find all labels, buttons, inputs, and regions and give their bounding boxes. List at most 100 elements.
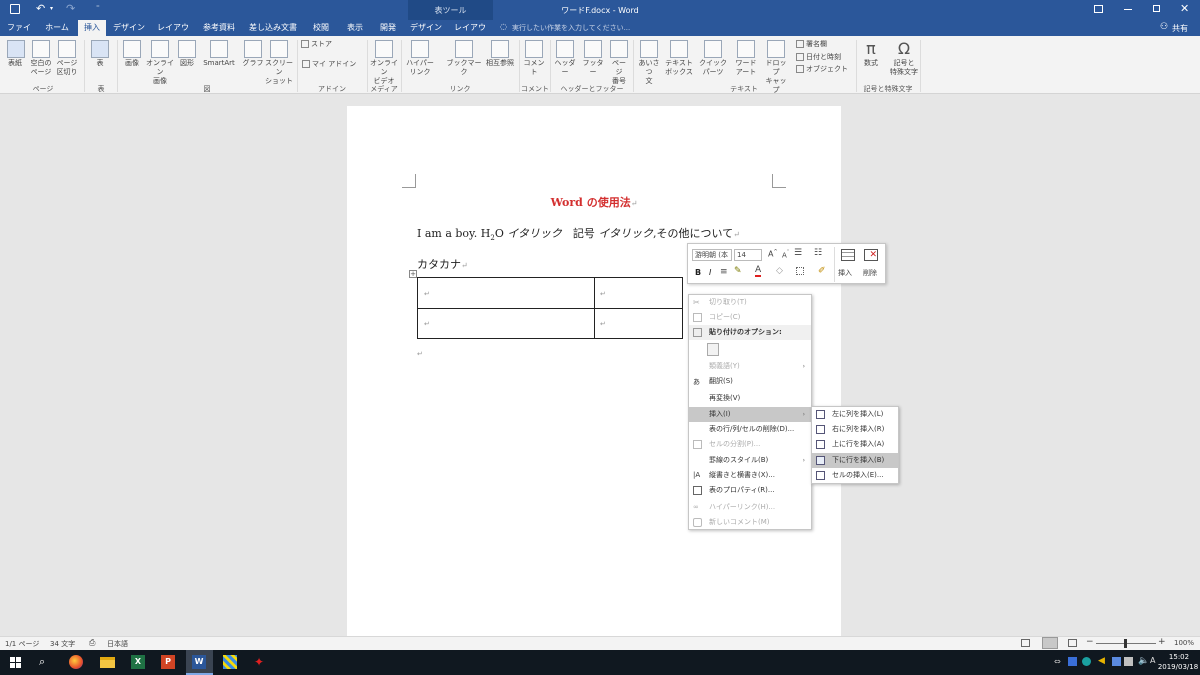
tab-table-layout[interactable]: レイアウト [452,20,488,48]
search-icon[interactable]: ⌕ [39,655,45,669]
submenu-insert-above[interactable]: 上に行を挿入(A) [812,437,898,452]
table-cell-mark[interactable]: ↵ [600,320,606,328]
ribbon-button-footer[interactable]: フッター [581,40,605,77]
table[interactable]: ↵ ↵ ↵ ↵ [417,277,683,339]
redo-icon[interactable]: ↷ [66,2,75,15]
numbering-icon[interactable]: ☷ [814,248,822,258]
table-cell-mark[interactable]: ↵ [600,290,606,298]
customize-qat-icon[interactable]: ⁼ [96,4,100,12]
page-count[interactable]: 1/1 ページ [5,639,39,649]
tray-app-icon[interactable] [1124,657,1133,666]
ribbon-display-options-icon[interactable] [1094,5,1103,13]
ribbon-button-signature-line[interactable]: 署名欄 [796,40,840,49]
ribbon-button-screenshot[interactable]: スクリーン ショット [264,40,294,86]
read-mode-icon[interactable] [1021,639,1030,647]
clock-time[interactable]: 15:02 [1160,653,1198,661]
ime-icon[interactable]: A [1150,656,1155,665]
tray-app-icon[interactable] [1068,657,1077,666]
menu-copy[interactable]: コピー(C) [689,310,811,325]
tab-view[interactable]: 表示 [342,20,368,36]
undo-icon[interactable]: ↶ [36,2,45,15]
ribbon-button-wordart[interactable]: ワード アート [735,40,757,77]
body-line-1[interactable]: I am a boy. H2O イタリック 記号 イタリック,その他について↵ [417,225,740,242]
submenu-insert-left[interactable]: 左に列を挿入(L) [812,407,898,422]
format-painter-icon[interactable]: ✐ [818,266,826,276]
submenu-insert-right[interactable]: 右に列を挿入(R) [812,422,898,437]
print-layout-icon[interactable] [1042,637,1058,649]
ribbon-button-blank-page[interactable]: 空白の ページ [30,40,52,77]
ribbon-button-smartart[interactable]: SmartArt [202,40,236,68]
ribbon-button-text-box[interactable]: テキスト ボックス [665,40,693,77]
menu-delete-cells[interactable]: 表の行/列/セルの削除(D)... [689,422,811,437]
tab-insert[interactable]: 挿入 [78,20,106,36]
zoom-in-button[interactable]: + [1158,637,1166,647]
shading-icon[interactable]: ◇ [776,266,783,276]
italic-button[interactable]: I [709,268,711,277]
menu-insert[interactable]: 挿入(I) › [689,407,811,422]
tray-network-icon[interactable]: ⇔ [1054,657,1061,666]
menu-border-styles[interactable]: 罫線のスタイル(B) › [689,453,811,468]
table-cell-mark[interactable]: ↵ [424,320,430,328]
tab-layout[interactable]: レイアウト [155,20,191,48]
excel-icon[interactable]: X [131,655,145,669]
ribbon-button-page-break[interactable]: ページ 区切り [56,40,78,77]
ribbon-button-online-video[interactable]: オンライン ビデオ [369,40,399,86]
bold-button[interactable]: B [695,268,701,277]
ribbon-button-greeting[interactable]: あいさつ文 [637,40,661,86]
ribbon-button-quick-parts[interactable]: クイック パーツ [695,40,731,77]
submenu-insert-below[interactable]: 下に行を挿入(B) [812,453,898,468]
tab-mailings[interactable]: 差し込み文書 [248,20,298,36]
menu-cut[interactable]: ✂ 切り取り(T) [689,295,811,310]
app-icon-red[interactable]: ✦ [254,655,268,669]
ribbon-button-equation[interactable]: π 数式 [860,40,882,68]
language-indicator[interactable]: 日本語 [107,639,128,649]
word-count[interactable]: 34 文字 [50,639,75,649]
table-cell-mark[interactable]: ↵ [424,290,430,298]
undo-dropdown-icon[interactable]: ▾ [50,5,53,12]
menu-hyperlink[interactable]: ∞ ハイパーリンク(H)... [689,500,811,515]
font-name-select[interactable]: 游明朝 (本 [692,249,732,261]
tab-review[interactable]: 校閲 [308,20,334,36]
firefox-icon[interactable] [69,655,83,669]
windows-start-icon[interactable] [10,657,21,668]
tab-developer[interactable]: 開発 [376,20,400,36]
font-color-icon[interactable]: A [755,266,762,277]
menu-thesaurus[interactable]: 類義語(Y) › [689,359,811,374]
share-button[interactable]: 共有 [1172,23,1188,34]
zoom-out-button[interactable]: − [1086,637,1094,647]
ribbon-button-store[interactable]: ストア [301,40,332,49]
highlight-icon[interactable]: ✎ [734,266,742,276]
menu-table-properties[interactable]: 表のプロパティ(R)... [689,483,811,498]
file-explorer-icon[interactable] [100,657,115,668]
clock-date[interactable]: 2019/03/18 [1156,663,1200,671]
menu-text-direction[interactable]: |A 縦書きと横書き(X)... [689,468,811,483]
ribbon-button-object[interactable]: オブジェクト [796,65,848,74]
ribbon-button-bookmark[interactable]: ブックマーク [446,40,482,77]
ribbon-button-table[interactable]: 表 [90,40,110,68]
restore-icon[interactable] [1153,5,1160,12]
ribbon-button-online-pictures[interactable]: オンライン 画像 [146,40,174,86]
tab-table-design[interactable]: デザイン [410,20,442,36]
tell-me-input[interactable]: 実行したい作業を入力してください... [512,23,630,33]
table-move-handle[interactable]: + [409,270,417,278]
table-delete-icon[interactable]: ✕ [864,249,878,261]
ribbon-button-date-time[interactable]: 日付と時刻 [796,53,841,62]
ribbon-button-header[interactable]: ヘッダー [553,40,577,77]
bullets-icon[interactable]: ☰ [794,248,802,258]
tab-references[interactable]: 参考資料 [200,20,238,36]
end-paragraph-mark[interactable]: ↵ [417,350,423,358]
font-size-select[interactable]: 14 [734,249,762,261]
delete-button[interactable]: 削除 [863,268,877,278]
app-icon[interactable] [223,655,237,669]
ribbon-button-my-addins[interactable]: マイ アドイン [302,60,356,69]
ribbon-button-comment[interactable]: コメント [521,40,547,77]
proofing-icon[interactable]: ⎙ [89,638,95,648]
ribbon-button-symbol[interactable]: Ω 記号と 特殊文字 [890,40,918,77]
document-title[interactable]: Word の使用法↵ [347,194,841,210]
minimize-icon[interactable] [1124,9,1132,10]
zoom-slider-thumb[interactable] [1124,639,1127,648]
save-icon[interactable] [10,4,20,14]
grow-font-icon[interactable]: A^ [768,249,778,259]
tab-design[interactable]: デザイン [112,20,146,36]
insert-button[interactable]: 挿入 [838,268,852,278]
